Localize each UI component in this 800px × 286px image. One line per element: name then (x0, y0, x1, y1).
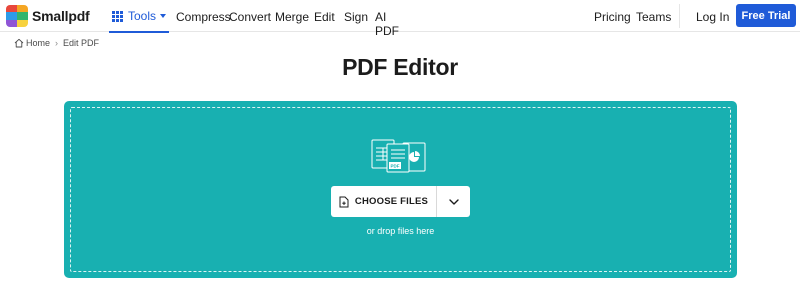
file-source-dropdown-button[interactable] (437, 186, 470, 217)
breadcrumb-home[interactable]: Home (26, 38, 50, 48)
files-stack-icon: PDF (371, 139, 426, 173)
drop-hint: or drop files here (366, 226, 435, 236)
top-header: Smallpdf Tools Compress Convert Merge Ed… (0, 0, 800, 38)
file-add-icon (339, 196, 349, 207)
header-divider (679, 4, 680, 28)
nav-edit[interactable]: Edit (314, 10, 335, 24)
breadcrumb: Home › Edit PDF (14, 37, 99, 49)
caret-down-icon (160, 14, 167, 18)
nav-ai-pdf[interactable]: AI PDF (375, 10, 399, 38)
svg-text:PDF: PDF (391, 164, 400, 169)
choose-files-button[interactable]: CHOOSE FILES (331, 186, 436, 217)
tools-menu-button[interactable]: Tools (109, 0, 170, 33)
login-link[interactable]: Log In (696, 10, 729, 24)
free-trial-button[interactable]: Free Trial (736, 4, 796, 27)
nav-teams[interactable]: Teams (636, 10, 671, 24)
breadcrumb-separator: › (55, 38, 59, 48)
main-nav: Tools Compress Convert Merge Edit Sign A… (109, 0, 399, 38)
nav-sign[interactable]: Sign (344, 10, 368, 24)
home-icon (14, 38, 24, 48)
nav-merge[interactable]: Merge (275, 10, 309, 24)
nav-convert[interactable]: Convert (229, 10, 271, 24)
breadcrumb-current: Edit PDF (63, 38, 100, 48)
page-title: PDF Editor (342, 54, 458, 80)
file-dropzone[interactable]: PDF CHOOSE FILES or drop files here (64, 101, 737, 278)
brand-logo[interactable]: Smallpdf (6, 4, 90, 28)
choose-files-label: CHOOSE FILES (354, 196, 429, 207)
smallpdf-logo-icon (6, 5, 28, 27)
grid-icon (112, 10, 123, 22)
brand-name: Smallpdf (32, 8, 90, 24)
tools-label: Tools (128, 9, 157, 23)
nav-pricing[interactable]: Pricing (594, 10, 631, 24)
nav-compress[interactable]: Compress (176, 10, 231, 24)
chevron-down-icon (448, 198, 459, 205)
